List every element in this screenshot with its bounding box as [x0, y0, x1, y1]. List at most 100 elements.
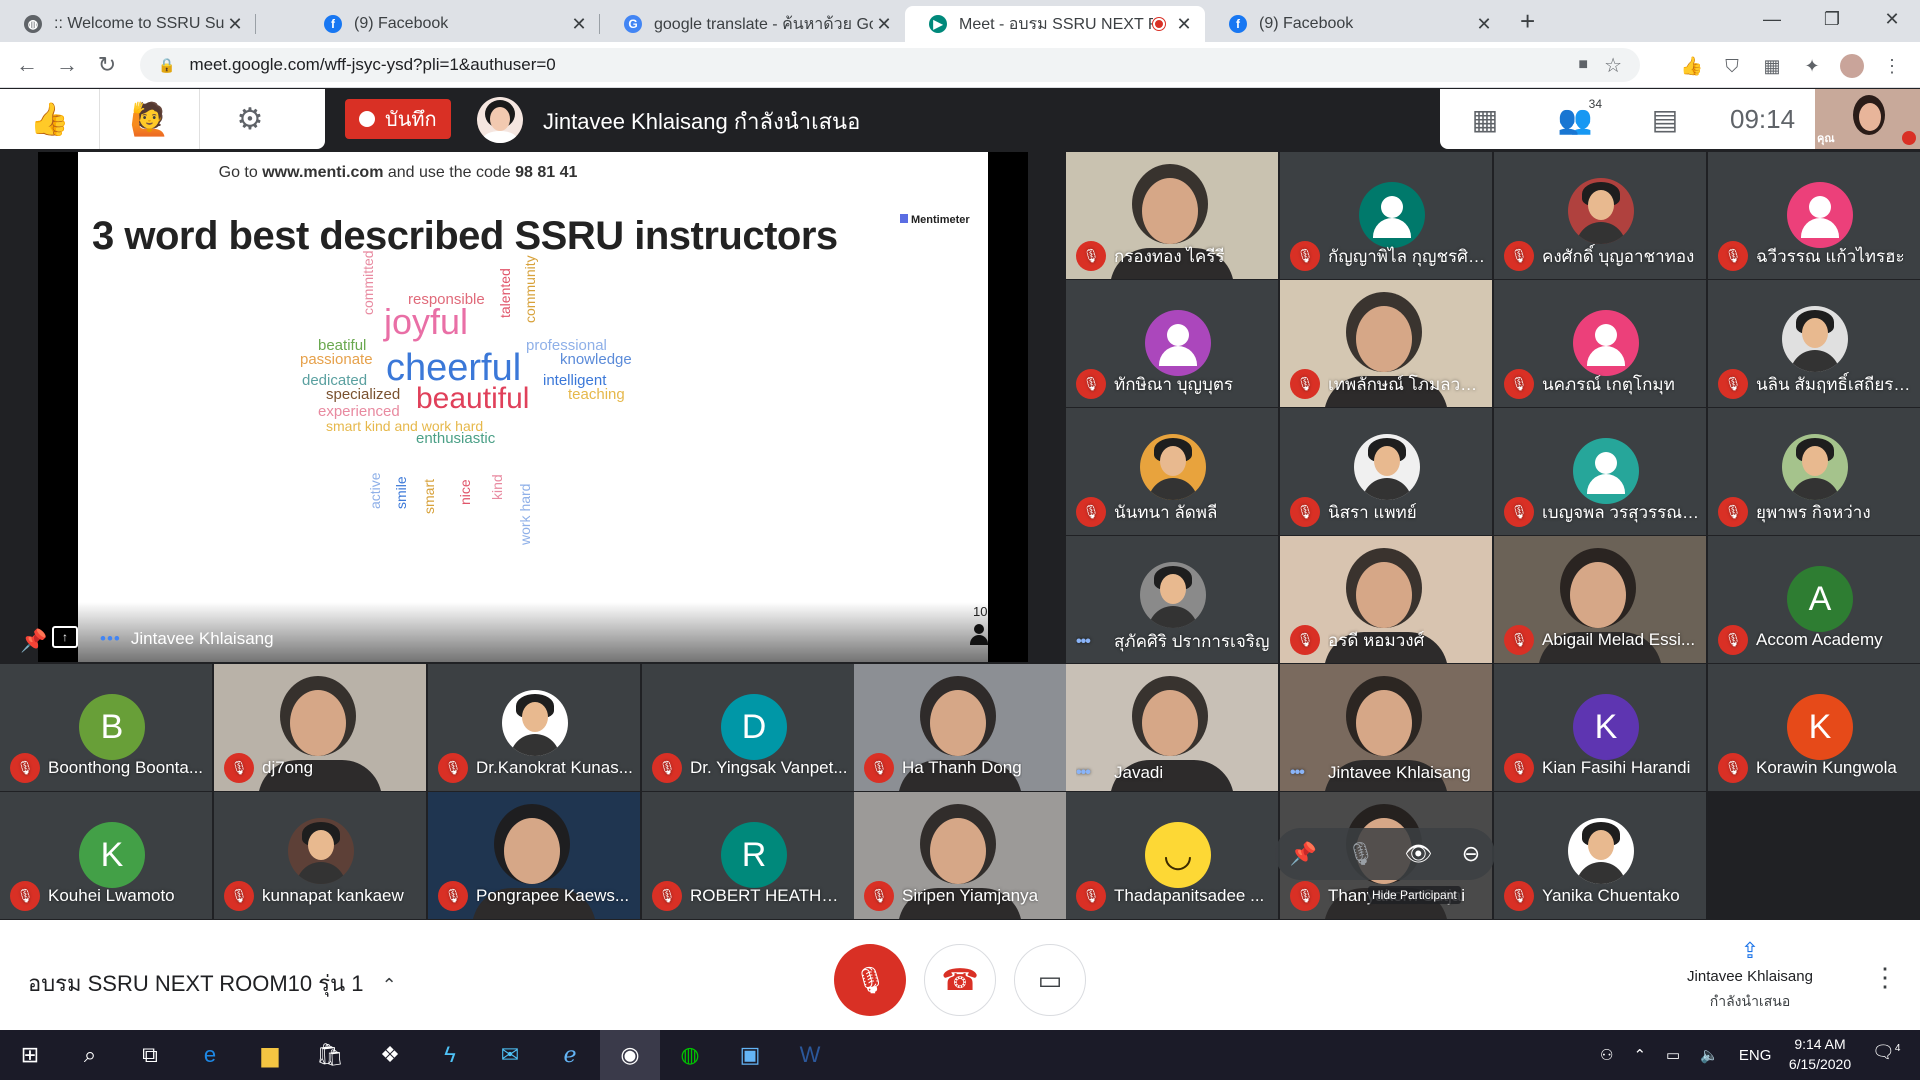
present-screen-icon[interactable]: ↑: [52, 626, 78, 648]
participant-tile[interactable]: B 🎙 Boonthong Boonta...: [0, 664, 212, 791]
chrome-icon[interactable]: ◉: [600, 1030, 660, 1080]
remove-participant-icon[interactable]: ⊖: [1462, 841, 1480, 867]
mail-icon[interactable]: ✉: [480, 1030, 540, 1080]
bookmark-star-icon[interactable]: ☆: [1604, 53, 1622, 78]
presenting-info[interactable]: ⇪ Jintavee Khlaisang กำลังนำเสนอ: [1660, 938, 1840, 1013]
participant-tile[interactable]: 🎙 เบญจพล วรสุวรรณรั...: [1494, 408, 1706, 535]
back-icon[interactable]: ←: [12, 50, 42, 80]
pin-icon[interactable]: 📌: [20, 628, 47, 654]
participant-name: Dr. Yingsak Vanpet...: [690, 758, 848, 777]
close-icon[interactable]: ✕: [873, 14, 895, 35]
participant-tile[interactable]: K 🎙 Kian Fasihi Harandi: [1494, 664, 1706, 791]
microphone-toggle-button[interactable]: 🎙: [834, 944, 906, 1016]
mute-participant-icon[interactable]: 🎙: [1347, 841, 1375, 867]
participant-tile[interactable]: 🎙 อรดี หอมวงศ์: [1280, 536, 1492, 663]
browser-tab-ssru[interactable]: ◍ :: Welcome to SSRU Suan Sunandha ✕: [0, 6, 256, 42]
extension-grid-icon[interactable]: ▦: [1760, 54, 1784, 78]
participant-tile[interactable]: 🎙 เทพลักษณ์ โภมลวณิช: [1280, 280, 1492, 407]
task-view-icon[interactable]: ⧉: [120, 1030, 180, 1080]
chevron-up-icon[interactable]: ⌃: [1633, 1046, 1646, 1064]
participant-tile[interactable]: 🎙 Pongrapee Kaews...: [428, 792, 640, 919]
maximize-button[interactable]: ❐: [1812, 4, 1852, 34]
close-icon[interactable]: ✕: [1173, 14, 1195, 35]
participant-tile[interactable]: 🎙 นลิน สัมฤทธิ์เสถียรโสภณ: [1708, 280, 1920, 407]
participant-tile[interactable]: 🎙 Abigail Melad Essi...: [1494, 536, 1706, 663]
participant-tile[interactable]: D 🎙 Dr. Yingsak Vanpet...: [642, 664, 854, 791]
search-icon[interactable]: ⌕: [60, 1030, 120, 1080]
participant-tile[interactable]: ••• Jintavee Khlaisang: [1280, 664, 1492, 791]
browser-tab-facebook-2[interactable]: f (9) Facebook ✕: [1205, 6, 1505, 42]
internet-explorer-icon[interactable]: ℯ: [540, 1030, 600, 1080]
power-automate-icon[interactable]: ϟ: [420, 1030, 480, 1080]
participant-tile[interactable]: K 🎙 Korawin Kungwola: [1708, 664, 1920, 791]
url-input[interactable]: 🔒 meet.google.com/wff-jsyc-ysd?pli=1&aut…: [140, 48, 1640, 82]
participant-tile[interactable]: 🎙 ทักษิณา บุญบุตร: [1066, 280, 1278, 407]
extension-shield-icon[interactable]: ⛉: [1720, 54, 1744, 78]
participant-tile[interactable]: 🎙 Yanika Chuentako: [1494, 792, 1706, 919]
extension-thumbs-icon[interactable]: 👍: [1680, 54, 1704, 78]
chat-icon[interactable]: ▤: [1620, 89, 1710, 149]
volume-icon[interactable]: 🔈: [1700, 1046, 1719, 1064]
raise-hand-icon[interactable]: 🙋: [100, 89, 200, 149]
edge-icon[interactable]: e: [180, 1030, 240, 1080]
windows-start-icon[interactable]: ⊞: [0, 1030, 60, 1080]
participant-tile[interactable]: 🎙 Ha Thanh Dong: [854, 664, 1066, 791]
participant-tile[interactable]: ••• Javadi: [1066, 664, 1278, 791]
participant-tile[interactable]: K 🎙 Kouhei Lwamoto: [0, 792, 212, 919]
line-app-icon[interactable]: ◍: [660, 1030, 720, 1080]
window-close-button[interactable]: ✕: [1872, 4, 1912, 34]
participant-tile[interactable]: 🎙 ฉวีวรรณ แก้วไทรฮะ: [1708, 152, 1920, 279]
participant-tile[interactable]: ◡ 🎙 Thadapanitsadee ...: [1066, 792, 1278, 919]
camera-toggle-button[interactable]: ▭: [1014, 944, 1086, 1016]
participant-tile[interactable]: 🎙 นิสรา แพทย์: [1280, 408, 1492, 535]
people-icon[interactable]: ⚇: [1600, 1046, 1613, 1064]
extensions-puzzle-icon[interactable]: ✦: [1800, 54, 1824, 78]
settings-gear-icon[interactable]: ⚙: [200, 89, 300, 149]
self-view-tile[interactable]: คุณ: [1815, 89, 1920, 149]
taskbar-clock[interactable]: 9:14 AM 6/15/2020: [1770, 1034, 1870, 1074]
participant-tile[interactable]: 🎙 กัญญาพิไล กุญชรศิริ...: [1280, 152, 1492, 279]
file-explorer-icon[interactable]: ▆: [240, 1030, 300, 1080]
leave-call-button[interactable]: ☎: [924, 944, 996, 1016]
participant-tile[interactable]: ••• สุภัคศิริ ปราการเจริญ: [1066, 536, 1278, 663]
reload-icon[interactable]: ↻: [92, 50, 122, 80]
input-language[interactable]: ENG: [1739, 1047, 1772, 1064]
meeting-details-button[interactable]: อบรม SSRU NEXT ROOM10 รุ่น 1 ⌃: [28, 966, 397, 1001]
profile-avatar[interactable]: [1840, 54, 1864, 78]
participants-button[interactable]: 👥 34: [1530, 89, 1620, 149]
participant-tile[interactable]: 🎙 dj7ong: [214, 664, 426, 791]
browser-tab-meet[interactable]: ▶ Meet - อบรม SSRU NEXT ROOM ✕: [905, 6, 1205, 42]
minimize-button[interactable]: —: [1752, 4, 1792, 34]
word-icon[interactable]: W: [780, 1030, 840, 1080]
pin-icon[interactable]: 📌: [1290, 841, 1317, 867]
camera-permission-icon[interactable]: ■: [1578, 56, 1588, 74]
notification-center-icon[interactable]: 🗨4: [1872, 1042, 1900, 1063]
browser-tab-google[interactable]: G google translate - ค้นหาด้วย Google ✕: [600, 6, 905, 42]
layout-grid-icon[interactable]: ▦: [1440, 89, 1530, 149]
battery-icon[interactable]: ▭: [1666, 1046, 1680, 1064]
record-button[interactable]: บันทึก: [345, 99, 451, 139]
close-icon[interactable]: ✕: [224, 14, 246, 35]
participant-tile[interactable]: 🎙 ยุพาพร กิจหว่าง: [1708, 408, 1920, 535]
participant-tile[interactable]: A 🎙 Accom Academy: [1708, 536, 1920, 663]
thumbs-up-icon[interactable]: 👍: [0, 89, 100, 149]
browser-menu-icon[interactable]: ⋮: [1880, 54, 1904, 78]
participant-tile[interactable]: 🎙 นคภรณ์ เกตุโกมุท: [1494, 280, 1706, 407]
forward-icon[interactable]: →: [52, 50, 82, 80]
participant-tile[interactable]: 🎙 นันทนา ลัดพลี: [1066, 408, 1278, 535]
photos-icon[interactable]: ▣: [720, 1030, 780, 1080]
participant-tile[interactable]: 🎙 Siripen Yiamjanya: [854, 792, 1066, 919]
participant-tile[interactable]: 🎙 kunnapat kankaew: [214, 792, 426, 919]
store-icon[interactable]: 🛍: [300, 1030, 360, 1080]
browser-tab-facebook[interactable]: f (9) Facebook ✕: [300, 6, 600, 42]
close-icon[interactable]: ✕: [568, 14, 590, 35]
participant-tile[interactable]: R 🎙 ROBERT HEATHFI...: [642, 792, 854, 919]
participant-tile[interactable]: 🎙 คงศักดิ์ บุญอาชาทอง: [1494, 152, 1706, 279]
eye-icon[interactable]: 👁: [1404, 841, 1432, 867]
close-icon[interactable]: ✕: [1473, 14, 1495, 35]
dropbox-icon[interactable]: ❖: [360, 1030, 420, 1080]
participant-tile[interactable]: 🎙 Dr.Kanokrat Kunas...: [428, 664, 640, 791]
more-options-icon[interactable]: ⋮: [1872, 962, 1898, 993]
new-tab-button[interactable]: +: [1520, 8, 1535, 34]
participant-tile[interactable]: 🎙 กรองทอง ไครีรี: [1066, 152, 1278, 279]
